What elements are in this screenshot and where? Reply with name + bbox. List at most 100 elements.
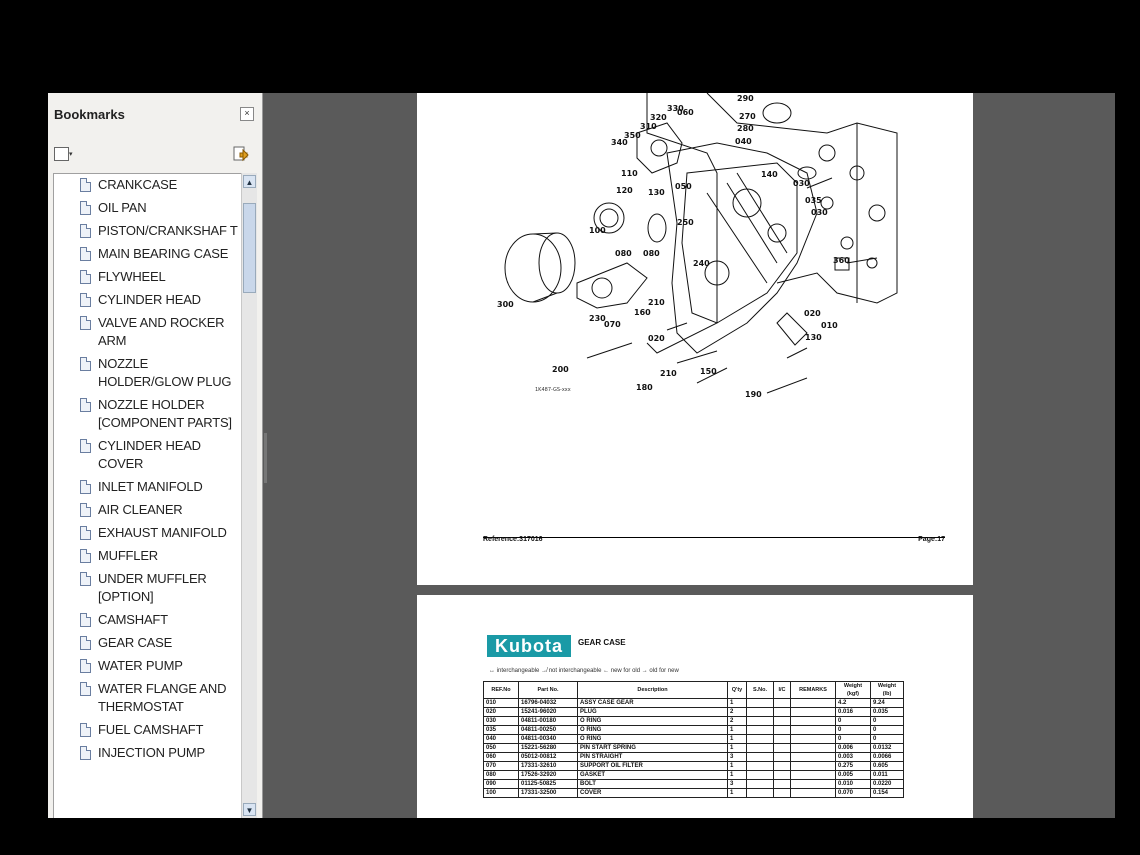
bookmark-item[interactable]: INJECTION PUMP xyxy=(54,742,242,765)
drawing-label: 210 xyxy=(648,298,665,307)
table-cell: 0.605 xyxy=(870,761,904,771)
bookmark-item[interactable]: WATER PUMP xyxy=(54,655,242,678)
table-cell xyxy=(746,707,774,717)
drawing-label: 210 xyxy=(660,369,677,378)
bookmark-label: CYLINDER HEAD COVER xyxy=(98,438,201,471)
bookmark-label: WATER FLANGE AND THERMOSTAT xyxy=(98,681,227,714)
drawing-label: 010 xyxy=(821,321,838,330)
table-cell: 05012-00812 xyxy=(518,752,578,762)
column-header: Weight (kgf) xyxy=(835,681,871,699)
drawing-label: 270 xyxy=(739,112,756,121)
page-icon xyxy=(80,572,91,586)
table-row: 010 16796-04032 ASSY CASE GEAR 1 4.2 9.24 xyxy=(483,698,904,708)
drawing-label: 360 xyxy=(833,256,850,265)
expand-bookmark-icon[interactable] xyxy=(231,145,251,163)
options-menu-button[interactable]: ▾ xyxy=(54,147,82,163)
table-cell: 035 xyxy=(483,725,519,735)
table-cell: 070 xyxy=(483,761,519,771)
drawing-label: 030 xyxy=(793,179,810,188)
table-cell: O RING xyxy=(577,725,728,735)
kubota-logo: Kubota xyxy=(487,635,571,657)
table-cell: 0 xyxy=(835,725,871,735)
bookmark-label: INJECTION PUMP xyxy=(98,745,205,760)
table-cell: 0.006 xyxy=(835,743,871,753)
table-cell: 060 xyxy=(483,752,519,762)
bookmark-label: AIR CLEANER xyxy=(98,502,183,517)
page-icon xyxy=(80,613,91,627)
table-cell xyxy=(790,698,836,708)
table-cell: 4.2 xyxy=(835,698,871,708)
bookmark-item[interactable]: UNDER MUFFLER [OPTION] xyxy=(54,568,242,609)
bookmark-label: MUFFLER xyxy=(98,548,158,563)
drawing-label: 290 xyxy=(737,94,754,103)
table-row: 070 17331-32610 SUPPORT OIL FILTER 1 0.275 0.… xyxy=(483,761,904,771)
bookmark-item[interactable]: CYLINDER HEAD xyxy=(54,289,242,312)
scroll-up-icon[interactable]: ▲ xyxy=(243,175,256,188)
bookmark-item[interactable]: NOZZLE HOLDER/GLOW PLUG xyxy=(54,353,242,394)
drawing-label: 250 xyxy=(677,218,694,227)
bookmark-item[interactable]: CRANKCASE xyxy=(54,174,242,197)
bookmark-scrollbar[interactable]: ▲ ▼ xyxy=(241,173,257,818)
table-header-row: REF.No Part No. Description Q'ty S.No. I… xyxy=(483,681,904,699)
table-cell xyxy=(773,716,791,726)
page-icon xyxy=(80,746,91,760)
bookmark-item[interactable]: MUFFLER xyxy=(54,545,242,568)
column-header: REMARKS xyxy=(790,681,836,699)
table-cell: 01125-50825 xyxy=(518,779,578,789)
table-row: 090 01125-50825 BOLT 3 0.010 0.0220 xyxy=(483,779,904,789)
table-cell xyxy=(773,752,791,762)
bookmark-item[interactable]: OIL PAN xyxy=(54,197,242,220)
page-icon xyxy=(80,201,91,215)
table-cell: 17331-32610 xyxy=(518,761,578,771)
bookmark-label: CYLINDER HEAD xyxy=(98,292,201,307)
bookmark-item[interactable]: GEAR CASE xyxy=(54,632,242,655)
bookmark-item[interactable]: PISTON/CRANKSHAF T xyxy=(54,220,242,243)
table-cell: 0.070 xyxy=(835,788,871,798)
page-icon xyxy=(80,224,91,238)
table-row: 100 17331-32500 COVER 1 0.070 0.154 xyxy=(483,788,904,798)
scroll-down-icon[interactable]: ▼ xyxy=(243,803,256,816)
table-cell xyxy=(790,779,836,789)
bookmark-item[interactable]: WATER FLANGE AND THERMOSTAT xyxy=(54,678,242,719)
panel-splitter[interactable] xyxy=(264,433,267,483)
table-cell: 16796-04032 xyxy=(518,698,578,708)
bookmark-label: CAMSHAFT xyxy=(98,612,168,627)
bookmark-item[interactable]: FUEL CAMSHAFT xyxy=(54,719,242,742)
drawing-label: 310 xyxy=(640,122,657,131)
table-cell: 1 xyxy=(727,725,747,735)
table-cell: 0 xyxy=(835,734,871,744)
bookmark-label: WATER PUMP xyxy=(98,658,183,673)
footer-page-number: Page:17 xyxy=(918,536,945,543)
table-cell xyxy=(746,788,774,798)
bookmark-item[interactable]: MAIN BEARING CASE xyxy=(54,243,242,266)
page-icon xyxy=(80,636,91,650)
page-icon xyxy=(80,439,91,453)
bookmark-item[interactable]: CYLINDER HEAD COVER xyxy=(54,435,242,476)
table-cell: 0.003 xyxy=(835,752,871,762)
document-page: 330 320 310 350 340 110 120 130 050 100 … xyxy=(417,93,973,585)
page-icon xyxy=(80,178,91,192)
drawing-label: 200 xyxy=(552,365,569,374)
column-header: REF.No xyxy=(483,681,519,699)
bookmark-item[interactable]: VALVE AND ROCKER ARM xyxy=(54,312,242,353)
drawing-label: 035 xyxy=(805,196,822,205)
page-icon xyxy=(80,503,91,517)
close-panel-icon[interactable]: × xyxy=(240,107,254,121)
bookmark-item[interactable]: FLYWHEEL xyxy=(54,266,242,289)
table-cell xyxy=(773,707,791,717)
drawing-label: 070 xyxy=(604,320,621,329)
bookmark-item[interactable]: AIR CLEANER xyxy=(54,499,242,522)
bookmark-item[interactable]: CAMSHAFT xyxy=(54,609,242,632)
drawing-label: 150 xyxy=(700,367,717,376)
bookmark-item[interactable]: NOZZLE HOLDER [COMPONENT PARTS] xyxy=(54,394,242,435)
table-cell: 0 xyxy=(870,725,904,735)
bookmark-label: NOZZLE HOLDER [COMPONENT PARTS] xyxy=(98,397,232,430)
interchange-legend: ↔ interchangeable ↛ not interchangeable … xyxy=(489,668,679,674)
bookmark-item[interactable]: EXHAUST MANIFOLD xyxy=(54,522,242,545)
table-cell xyxy=(746,743,774,753)
scrollbar-thumb[interactable] xyxy=(243,203,256,293)
table-cell: 0.0066 xyxy=(870,752,904,762)
bookmark-item[interactable]: INLET MANIFOLD xyxy=(54,476,242,499)
bookmark-list: CRANKCASE OIL PAN PISTON/CRANKSHAF T MAI… xyxy=(53,173,243,818)
column-header: Description xyxy=(577,681,728,699)
